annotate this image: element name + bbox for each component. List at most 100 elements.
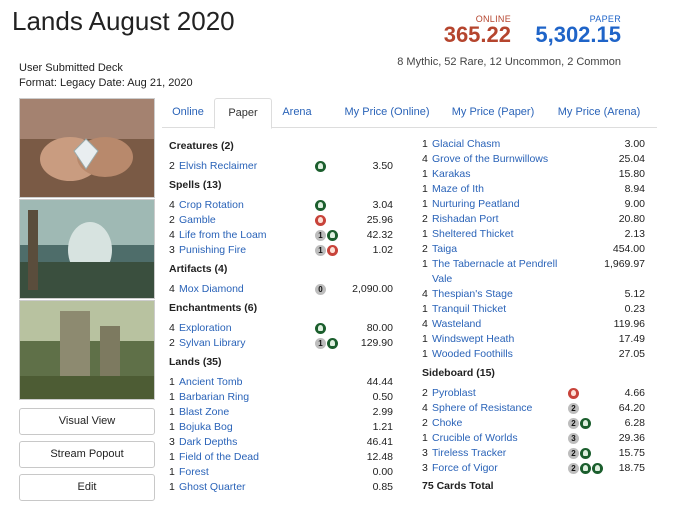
card-price: 25.04 xyxy=(618,153,645,165)
paper-price: PAPER 5,302.15 xyxy=(535,14,621,46)
green-mana-icon xyxy=(315,200,326,211)
card-quantity: 2 xyxy=(169,337,175,349)
section-heading: Lands (35) xyxy=(169,356,222,368)
stream-popout-button[interactable]: Stream Popout xyxy=(19,441,155,468)
card-quantity: 1 xyxy=(169,466,175,478)
card-name-link[interactable]: Barbarian Ring xyxy=(179,390,249,405)
mana-cost: 1 xyxy=(315,230,338,241)
card-row: 3 Dark Depths 46.41 xyxy=(169,435,397,450)
card-art-ruins[interactable] xyxy=(19,300,155,400)
card-name-link[interactable]: Exploration xyxy=(179,321,232,336)
card-row: 4 Grove of the Burnwillows 25.04 xyxy=(422,152,649,167)
card-price: 1.21 xyxy=(372,421,393,433)
card-quantity: 3 xyxy=(422,462,428,474)
tab-my-price-paper[interactable]: My Price (Paper) xyxy=(440,98,546,127)
card-name-link[interactable]: Karakas xyxy=(432,167,471,182)
generic-mana-icon: 3 xyxy=(568,433,579,444)
card-name-link[interactable]: Maze of Ith xyxy=(432,182,484,197)
card-name-link[interactable]: Wasteland xyxy=(432,317,481,332)
online-price-value: 365.22 xyxy=(443,22,511,47)
card-name-link[interactable]: Tireless Tracker xyxy=(432,446,506,461)
card-name-link[interactable]: Punishing Fire xyxy=(179,243,246,258)
card-price: 1.02 xyxy=(372,244,393,256)
card-name-link[interactable]: Sylvan Library xyxy=(179,336,246,351)
edit-button[interactable]: Edit xyxy=(19,474,155,501)
card-name-link[interactable]: Bojuka Bog xyxy=(179,420,233,435)
card-name-link[interactable]: Glacial Chasm xyxy=(432,137,500,152)
green-mana-icon xyxy=(580,463,591,474)
section-heading: Enchantments (6) xyxy=(169,302,258,314)
card-art-mox-diamond[interactable] xyxy=(19,98,155,198)
card-row: 1 Ancient Tomb 44.44 xyxy=(169,375,397,390)
card-name-link[interactable]: Wooded Foothills xyxy=(432,347,513,362)
card-name-link[interactable]: Taiga xyxy=(432,242,457,257)
visual-view-button[interactable]: Visual View xyxy=(19,408,155,435)
card-name-link[interactable]: Grove of the Burnwillows xyxy=(432,152,548,167)
card-price: 2,090.00 xyxy=(352,283,393,295)
card-row: 2 Pyroblast 4.66 xyxy=(422,386,649,401)
section-heading: Creatures (2) xyxy=(169,140,234,152)
card-name-continued[interactable]: Vale xyxy=(432,273,452,285)
card-row: 3 Punishing Fire 1 1.02 xyxy=(169,243,397,258)
card-quantity: 1 xyxy=(169,451,175,463)
card-row: 1 Forest 0.00 xyxy=(169,465,397,480)
tab-paper[interactable]: Paper xyxy=(214,98,272,129)
card-row: 1 Windswept Heath 17.49 xyxy=(422,332,649,347)
tab-my-price-arena[interactable]: My Price (Arena) xyxy=(546,98,652,127)
card-name-link[interactable]: Rishadan Port xyxy=(432,212,499,227)
card-name-link[interactable]: The Tabernacle at Pendrell Vale xyxy=(432,257,557,287)
card-row: 1 The Tabernacle at Pendrell Vale 1,969.97 xyxy=(422,257,649,287)
card-art-forest-landscape[interactable] xyxy=(19,199,155,299)
card-quantity: 3 xyxy=(169,244,175,256)
card-quantity: 1 xyxy=(169,421,175,433)
mana-cost: 2 xyxy=(568,463,603,474)
card-row: 4 Exploration 80.00 xyxy=(169,321,397,336)
card-name-link[interactable]: Pyroblast xyxy=(432,386,476,401)
tab-my-price-online[interactable]: My Price (Online) xyxy=(326,98,448,127)
card-price: 12.48 xyxy=(366,451,393,463)
card-quantity: 2 xyxy=(422,417,428,429)
card-name-link[interactable]: Choke xyxy=(432,416,462,431)
card-name-link[interactable]: Force of Vigor xyxy=(432,461,498,476)
card-price: 29.36 xyxy=(618,432,645,444)
card-price: 42.32 xyxy=(366,229,393,241)
card-price: 15.80 xyxy=(618,168,645,180)
card-row: 4 Mox Diamond 0 2,090.00 xyxy=(169,282,397,297)
green-mana-icon xyxy=(315,161,326,172)
card-name-link[interactable]: Thespian's Stage xyxy=(432,287,513,302)
card-quantity: 4 xyxy=(169,199,175,211)
card-name-link[interactable]: Ancient Tomb xyxy=(179,375,242,390)
card-name-link[interactable]: Dark Depths xyxy=(179,435,237,450)
card-name-link[interactable]: Nurturing Peatland xyxy=(432,197,520,212)
card-name-link[interactable]: Blast Zone xyxy=(179,405,229,420)
card-name-link[interactable]: Sphere of Resistance xyxy=(432,401,532,416)
card-name-link[interactable]: Forest xyxy=(179,465,209,480)
card-row: 4 Crop Rotation 3.04 xyxy=(169,198,397,213)
tab-arena[interactable]: Arena xyxy=(272,98,322,127)
card-name-link[interactable]: Crucible of Worlds xyxy=(432,431,518,446)
card-quantity: 1 xyxy=(422,348,428,360)
card-name-link[interactable]: Crop Rotation xyxy=(179,198,244,213)
card-quantity: 1 xyxy=(422,198,428,210)
card-name-link[interactable]: Tranquil Thicket xyxy=(432,302,506,317)
tab-online[interactable]: Online xyxy=(162,98,214,127)
card-name-link[interactable]: Gamble xyxy=(179,213,216,228)
generic-mana-icon: 2 xyxy=(568,448,579,459)
card-name-link[interactable]: Life from the Loam xyxy=(179,228,267,243)
card-name-link[interactable]: Elvish Reclaimer xyxy=(179,159,257,174)
card-row: 1 Tranquil Thicket 0.23 xyxy=(422,302,649,317)
card-quantity: 2 xyxy=(422,243,428,255)
card-row: 1 Bojuka Bog 1.21 xyxy=(169,420,397,435)
card-name-link[interactable]: Ghost Quarter xyxy=(179,480,246,495)
card-quantity: 4 xyxy=(422,153,428,165)
card-name-link[interactable]: Sheltered Thicket xyxy=(432,227,514,242)
card-price: 5.12 xyxy=(624,288,645,300)
generic-mana-icon: 2 xyxy=(568,463,579,474)
card-price: 80.00 xyxy=(366,322,393,334)
card-row: 1 Karakas 15.80 xyxy=(422,167,649,182)
card-name-link[interactable]: Windswept Heath xyxy=(432,332,514,347)
mana-cost: 1 xyxy=(315,338,338,349)
card-name-link[interactable]: Mox Diamond xyxy=(179,282,244,297)
card-name-link[interactable]: Field of the Dead xyxy=(179,450,259,465)
card-quantity: 1 xyxy=(422,303,428,315)
